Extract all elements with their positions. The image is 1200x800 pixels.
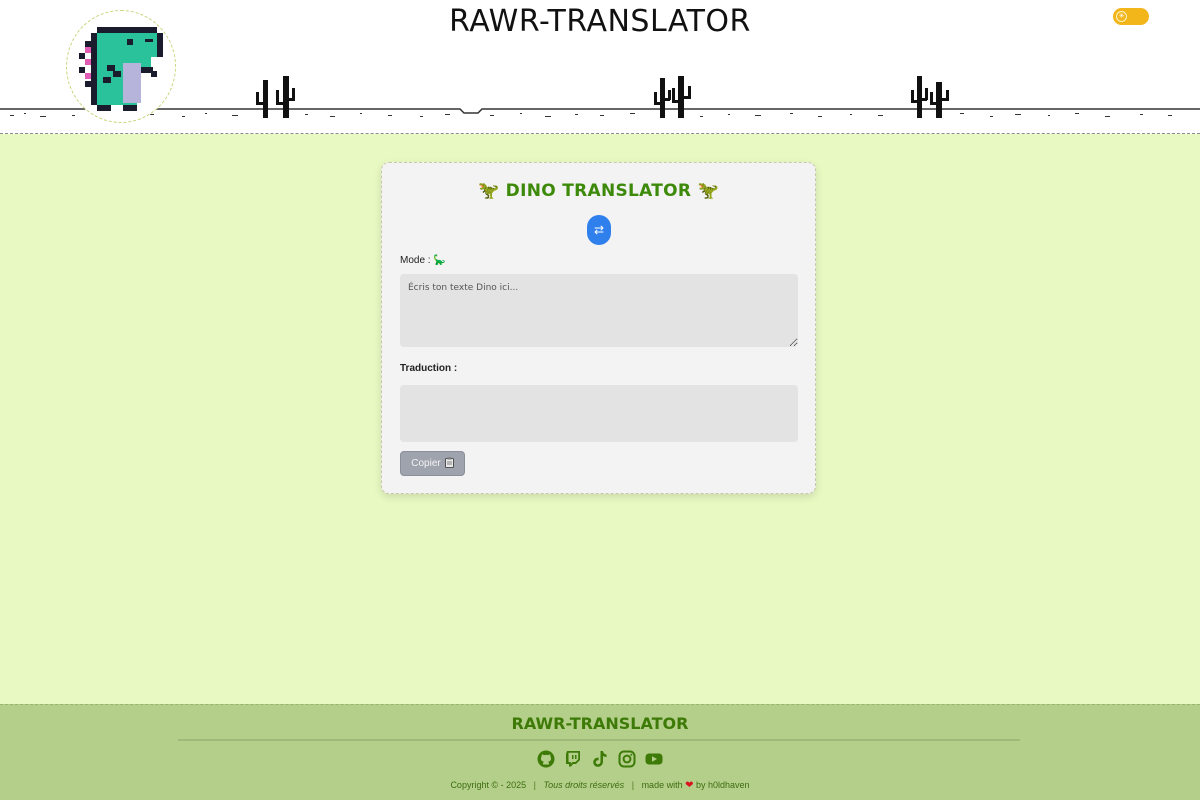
card-title: 🦖 DINO TRANSLATOR 🦖 — [477, 181, 720, 201]
desert-ground — [0, 76, 1200, 118]
site-header: RAWR-TRANSLATOR ✳ — [0, 0, 1200, 134]
copyright-line: Copyright © - 2025 | Tous droits réservé… — [450, 780, 750, 791]
footer-title: RAWR-TRANSLATOR — [511, 714, 689, 733]
social-links — [0, 750, 1200, 768]
dino-text-input[interactable] — [400, 274, 798, 347]
swap-mode-button[interactable]: ⇄ — [587, 215, 611, 245]
translation-output — [400, 385, 798, 442]
copy-button[interactable]: Copier — [400, 451, 465, 476]
tiktok-icon[interactable] — [591, 750, 609, 768]
dino-avatar — [66, 10, 176, 123]
made-with-text: made with — [641, 780, 683, 790]
twitch-icon[interactable] — [564, 750, 582, 768]
clipboard-icon — [444, 457, 454, 471]
copy-label: Copier — [411, 458, 441, 469]
instagram-icon[interactable] — [618, 750, 636, 768]
footer-divider — [178, 739, 1020, 741]
translator-card: 🦖 DINO TRANSLATOR 🦖 ⇄ Mode : 🦕 Traductio… — [381, 162, 816, 494]
sun-icon: ✳ — [1116, 11, 1127, 22]
copyright-text: Copyright © - 2025 — [450, 780, 527, 790]
theme-toggle[interactable]: ✳ — [1113, 8, 1149, 25]
author-text: by h0ldhaven — [696, 780, 750, 790]
github-icon[interactable] — [537, 750, 555, 768]
heart-icon: ❤ — [685, 780, 694, 791]
youtube-icon[interactable] — [645, 750, 663, 768]
rights-text: Tous droits réservés — [543, 780, 625, 790]
site-title: RAWR-TRANSLATOR — [449, 4, 751, 39]
site-footer: RAWR-TRANSLATOR Copyright © - 2025 | Tou… — [0, 704, 1200, 800]
swap-icon: ⇄ — [593, 223, 605, 237]
mode-label: Mode : 🦕 — [400, 255, 446, 266]
translation-label: Traduction : — [400, 363, 458, 374]
